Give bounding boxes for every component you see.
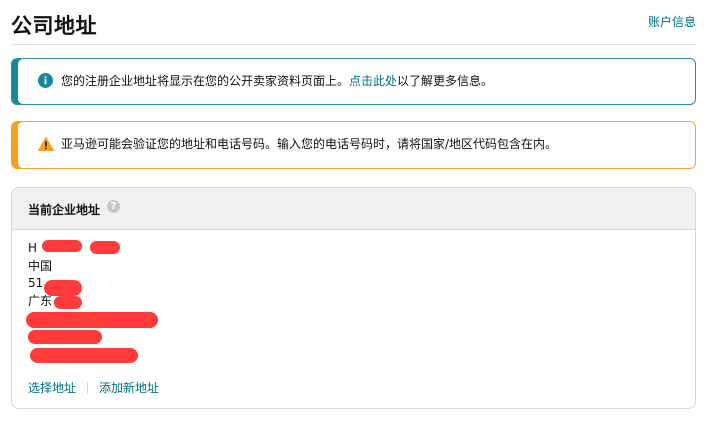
warning-icon bbox=[38, 137, 54, 154]
redaction-mark bbox=[90, 241, 120, 254]
page-header: 公司地址 账户信息 bbox=[11, 0, 696, 45]
address-card-title: 当前企业地址 bbox=[28, 203, 101, 217]
info-alert-text-before: 您的注册企业地址将显示在您的公开卖家资料页面上。 bbox=[61, 74, 350, 88]
info-alert-text: 您的注册企业地址将显示在您的公开卖家资料页面上。点击此处以了解更多信息。 bbox=[61, 73, 493, 89]
redaction-mark bbox=[28, 330, 102, 344]
link-divider bbox=[87, 382, 89, 394]
redaction-mark bbox=[54, 296, 82, 309]
warning-alert: 亚马逊可能会验证您的地址和电话号码。输入您的电话号码时，请将国家/地区代码包含在… bbox=[11, 121, 696, 169]
page-title: 公司地址 bbox=[11, 14, 97, 38]
warning-alert-text: 亚马逊可能会验证您的地址和电话号码。输入您的电话号码时，请将国家/地区代码包含在… bbox=[61, 137, 558, 151]
add-new-address-link[interactable]: 添加新地址 bbox=[99, 381, 159, 395]
address-card: 当前企业地址 ? H 中国 51 广东 选择地址 添加新地址 bbox=[11, 187, 696, 409]
redaction-mark bbox=[26, 312, 158, 328]
learn-more-link[interactable]: 点击此处 bbox=[349, 74, 397, 88]
address-card-header: 当前企业地址 ? bbox=[12, 188, 695, 230]
info-alert-text-after: 以了解更多信息。 bbox=[397, 74, 494, 88]
question-icon[interactable]: ? bbox=[107, 200, 120, 213]
redaction-mark bbox=[42, 240, 82, 252]
address-line-country: 中国 bbox=[28, 258, 53, 273]
redaction-mark bbox=[44, 280, 82, 296]
info-alert: 您的注册企业地址将显示在您的公开卖家资料页面上。点击此处以了解更多信息。 bbox=[11, 58, 696, 105]
address-actions: 选择地址 添加新地址 bbox=[28, 379, 159, 396]
account-info-link[interactable]: 账户信息 bbox=[648, 13, 696, 30]
info-icon bbox=[38, 73, 53, 91]
choose-address-link[interactable]: 选择地址 bbox=[28, 381, 76, 395]
redaction-mark bbox=[30, 348, 138, 363]
